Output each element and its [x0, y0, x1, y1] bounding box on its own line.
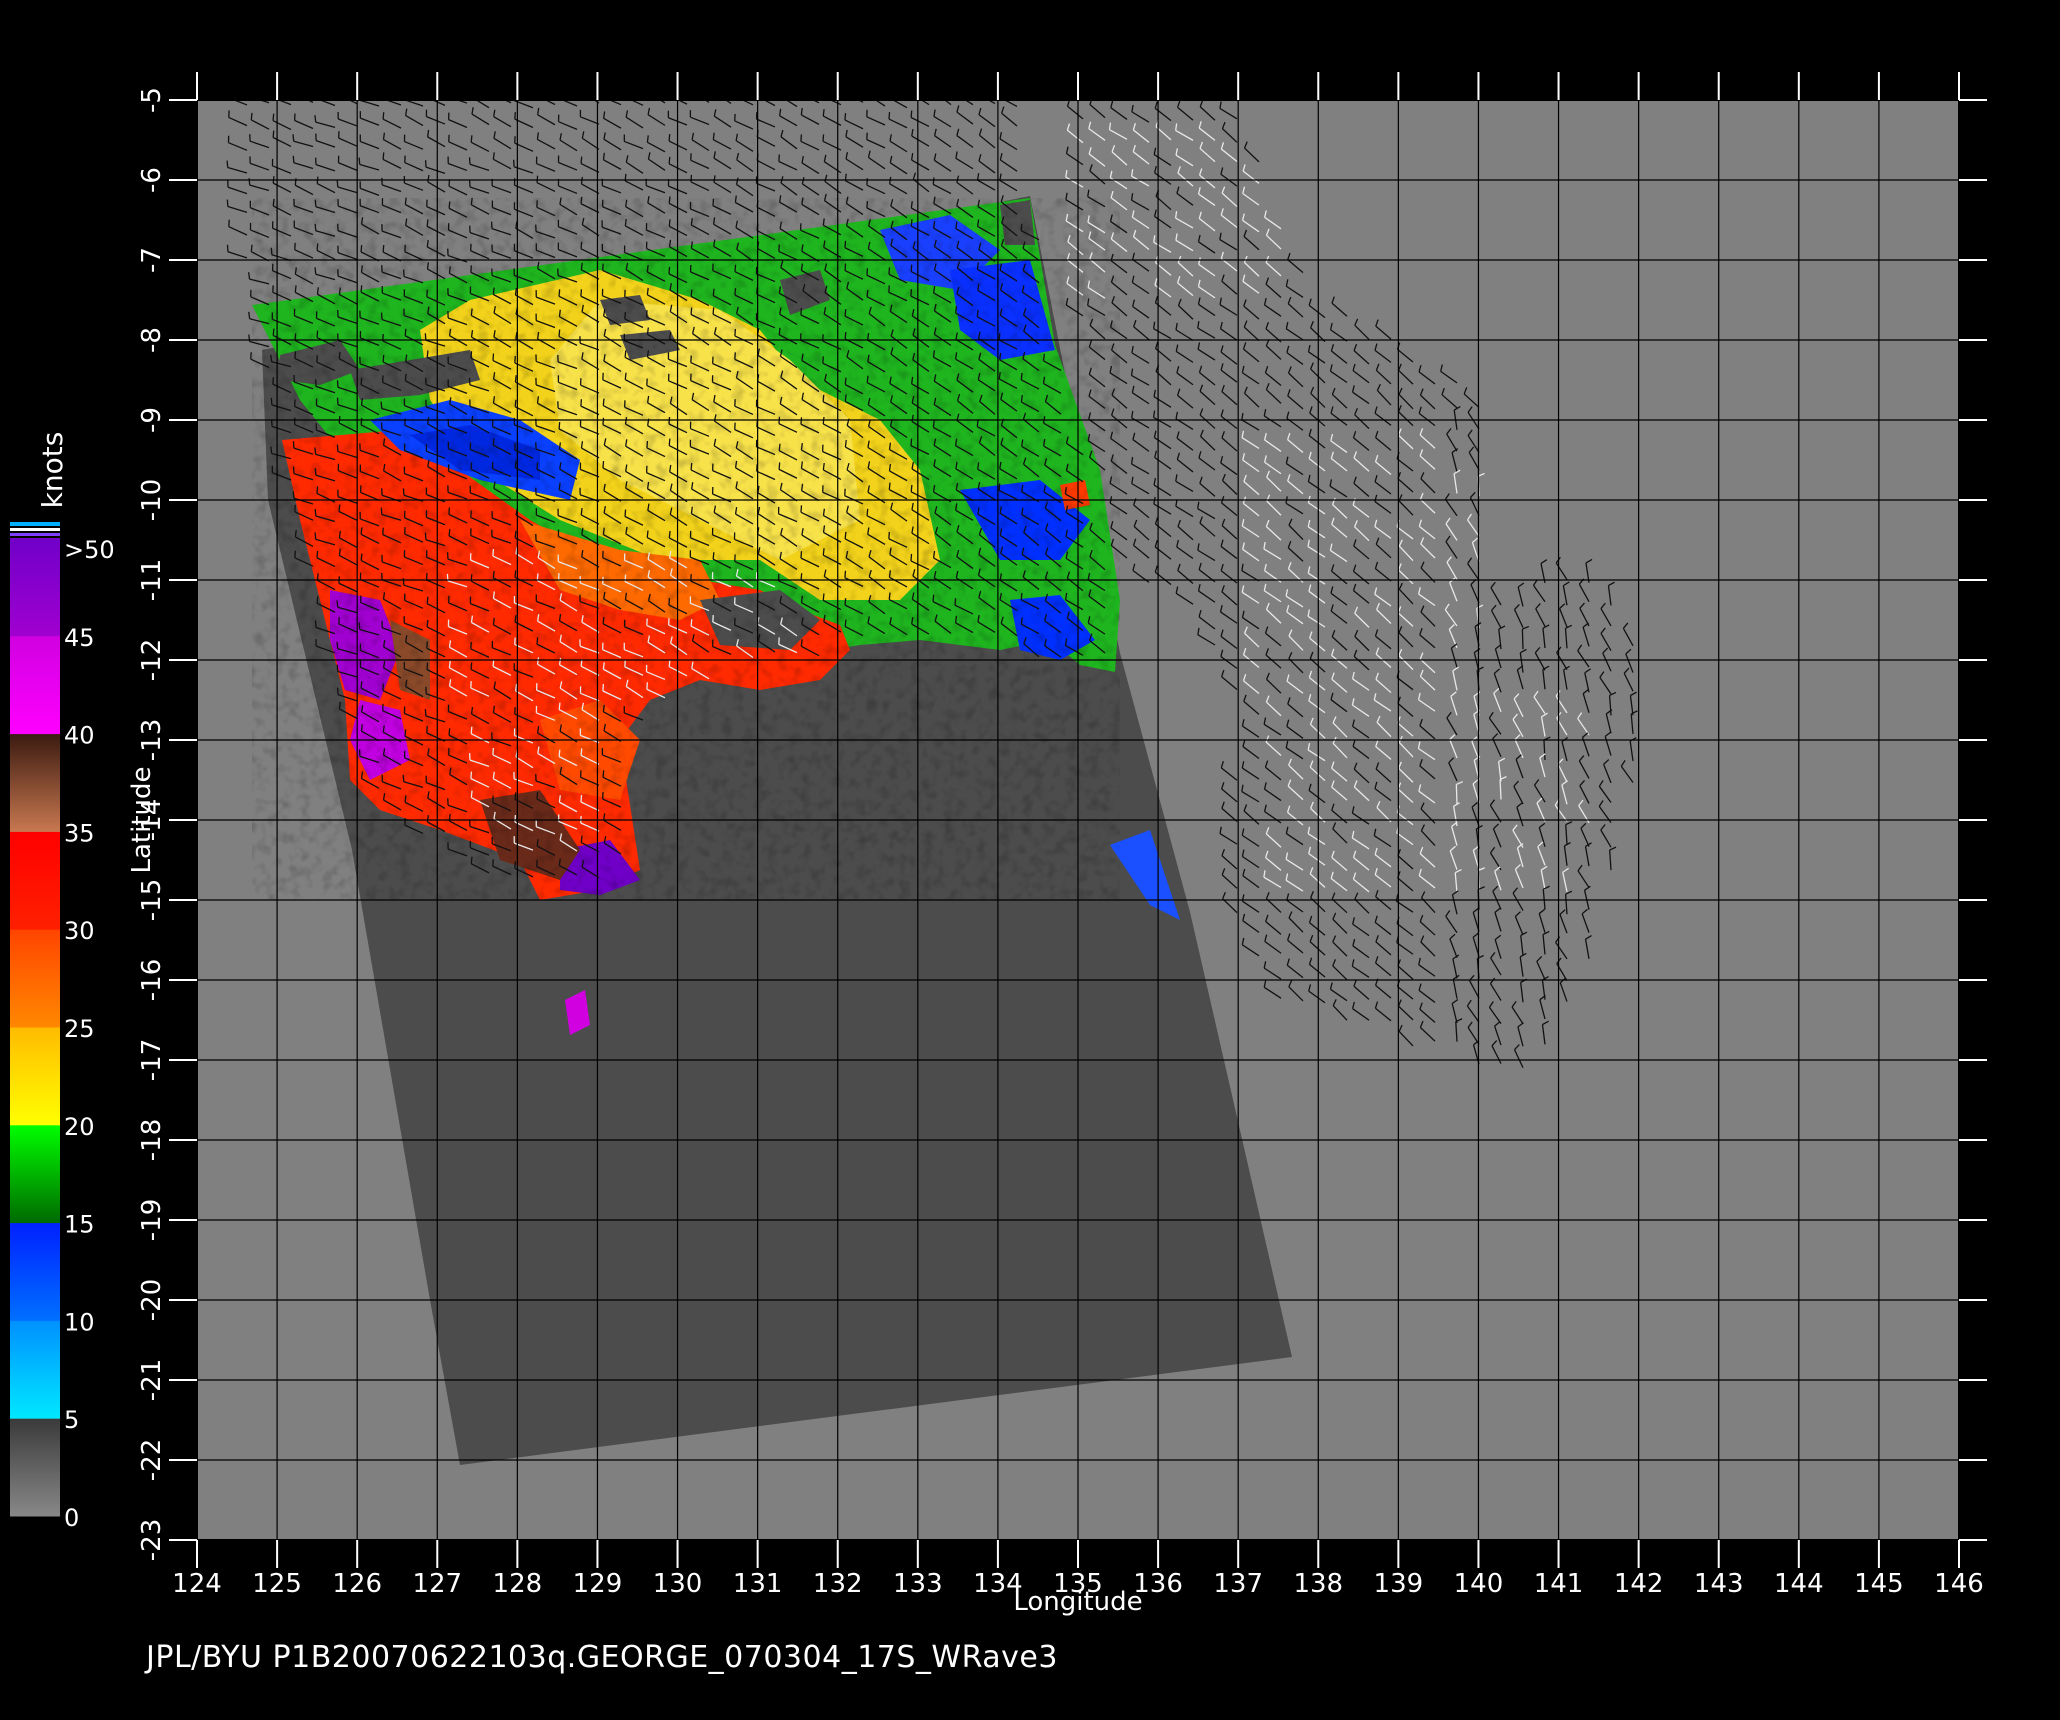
x-tick-label: 131: [733, 1569, 783, 1599]
y-tick-label: -10: [137, 479, 167, 521]
x-tick-label: 130: [653, 1569, 703, 1599]
colorbar-segment: [10, 1222, 60, 1321]
colorbar-label: >50: [64, 536, 115, 564]
y-tick-label: -22: [137, 1439, 167, 1481]
x-tick-label: 143: [1694, 1569, 1744, 1599]
colorbar-title: knots: [36, 432, 69, 509]
y-axis-label: Latitude: [127, 766, 157, 873]
colorbar: [10, 522, 60, 1517]
y-tick-label: -17: [137, 1039, 167, 1081]
y-tick-label: -21: [137, 1359, 167, 1401]
x-axis-label: Longitude: [1013, 1587, 1142, 1617]
y-tick-label: -23: [137, 1519, 167, 1561]
colorbar-label: 45: [64, 624, 95, 652]
x-tick-label: 128: [493, 1569, 543, 1599]
y-tick-label: -15: [137, 879, 167, 921]
y-tick-label: -18: [137, 1119, 167, 1161]
y-tick-label: -8: [137, 327, 167, 353]
x-tick-label: 132: [813, 1569, 863, 1599]
x-tick-label: 133: [893, 1569, 943, 1599]
y-tick-label: -12: [137, 639, 167, 681]
colorbar-segment: [10, 635, 60, 735]
x-tick-label: 144: [1774, 1569, 1824, 1599]
y-tick-label: -9: [137, 407, 167, 433]
colorbar-segment: [10, 1320, 60, 1419]
x-tick-label: 137: [1213, 1569, 1263, 1599]
colorbar-segment: [10, 1124, 60, 1224]
colorbar-label: 30: [64, 917, 95, 945]
colorbar-segment: [10, 831, 60, 930]
x-tick-label: 142: [1614, 1569, 1664, 1599]
image-caption: JPL/BYU P1B20070622103q.GEORGE_070304_17…: [146, 1640, 1058, 1675]
colorbar-label: 20: [64, 1113, 95, 1141]
colorbar-labels: >50 45 40 35 30 25 20 15 10 5 0: [64, 536, 115, 1532]
y-tick-label: -7: [137, 247, 167, 273]
x-tick-label: 138: [1293, 1569, 1343, 1599]
colorbar-label: 5: [64, 1406, 79, 1434]
colorbar-label: 40: [64, 722, 95, 750]
wind-map: 124 125 126 127 128 129 130 131 132 133 134 135 136 1…: [10, 72, 1987, 1617]
colorbar-segment: [10, 1027, 60, 1126]
colorbar-cap: [10, 522, 60, 526]
colorbar-label: 0: [64, 1504, 79, 1532]
colorbar-segment: [10, 733, 60, 832]
x-tick-label: 140: [1454, 1569, 1504, 1599]
x-tick-label: 125: [252, 1569, 302, 1599]
x-tick-label: 127: [412, 1569, 462, 1599]
x-tick-label: 146: [1934, 1569, 1984, 1599]
colorbar-label: 15: [64, 1211, 95, 1239]
x-tick-label: 145: [1854, 1569, 1904, 1599]
y-tick-label: -20: [137, 1279, 167, 1321]
x-tick-label: 129: [573, 1569, 623, 1599]
x-tick-label: 139: [1374, 1569, 1424, 1599]
x-tick-label: 126: [332, 1569, 382, 1599]
colorbar-label: 35: [64, 819, 95, 847]
y-tick-label: -16: [137, 959, 167, 1001]
colorbar-cap: [10, 528, 60, 531]
y-tick-label: -19: [137, 1199, 167, 1241]
colorbar-segment: [10, 538, 60, 637]
y-tick-label: -11: [137, 559, 167, 601]
y-tick-label: -6: [137, 167, 167, 193]
colorbar-segment: [10, 929, 60, 1028]
x-tick-label: 124: [172, 1569, 222, 1599]
y-tick-label: -13: [137, 719, 167, 761]
x-tick-label: 141: [1534, 1569, 1584, 1599]
colorbar-label: 10: [64, 1308, 95, 1336]
colorbar-label: 25: [64, 1015, 95, 1043]
colorbar-segment: [10, 1418, 60, 1517]
colorbar-cap: [10, 533, 60, 536]
y-tick-label: -5: [137, 87, 167, 113]
